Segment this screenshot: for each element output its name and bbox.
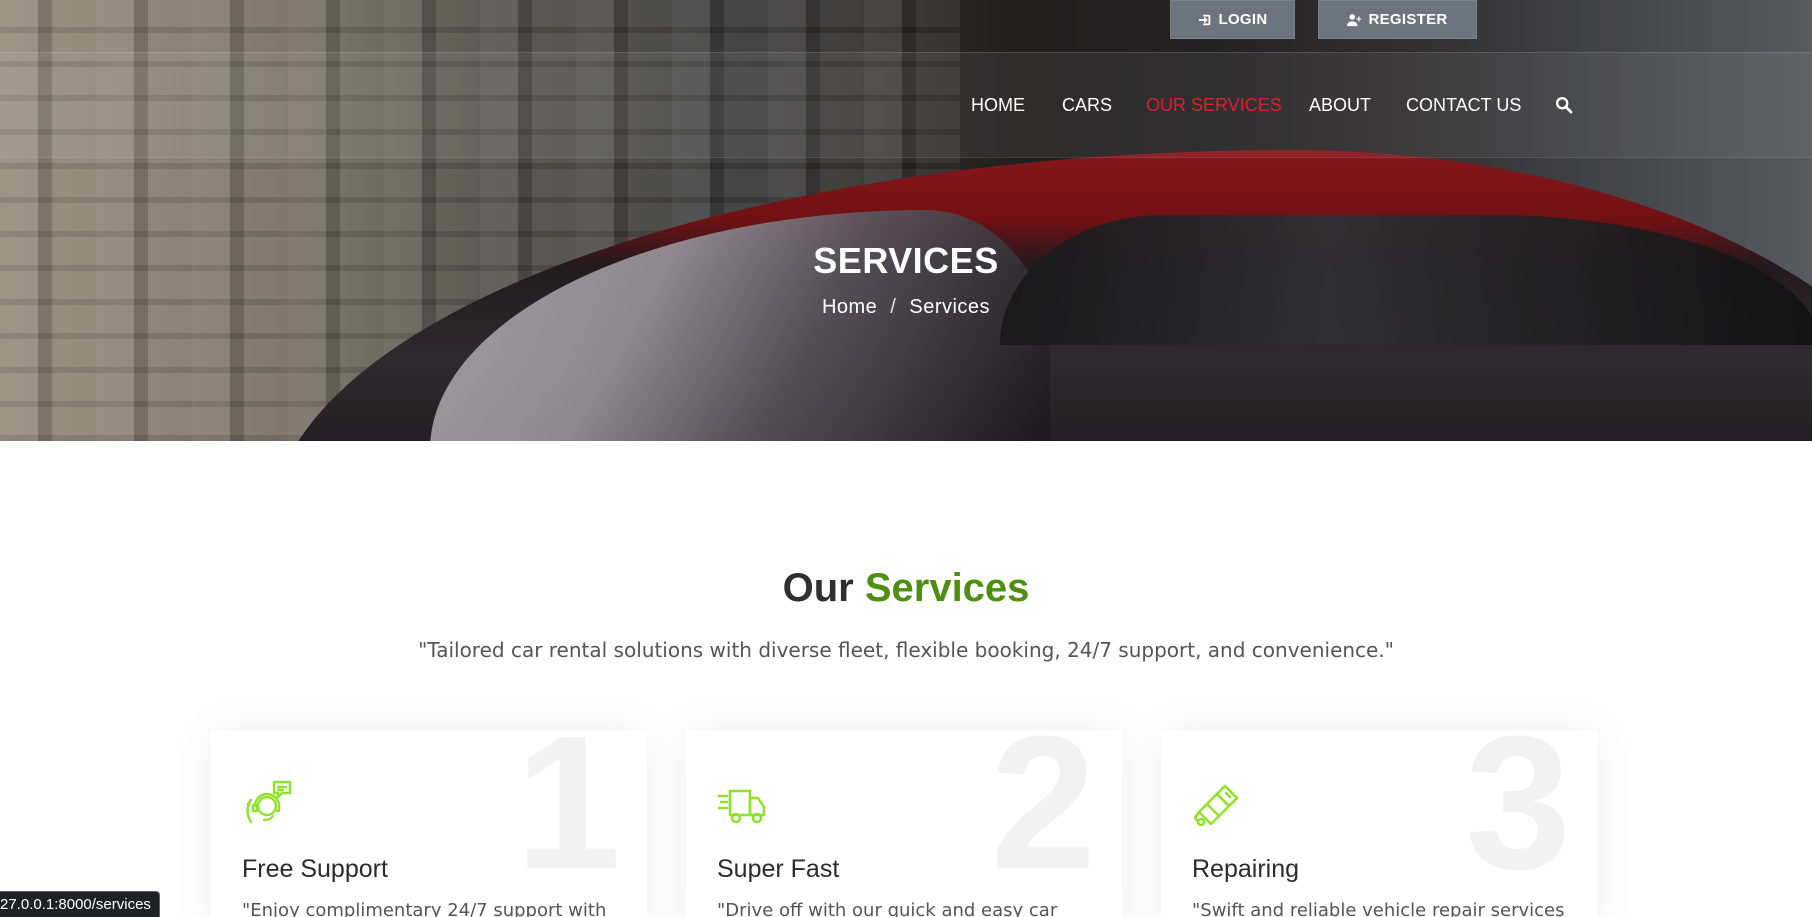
- page-title: SERVICES: [813, 240, 999, 281]
- breadcrumb-separator: /: [890, 296, 897, 318]
- login-label: LOGIN: [1218, 11, 1268, 28]
- header-bar: [0, 52, 1812, 158]
- section-title: Our Services: [0, 566, 1812, 611]
- breadcrumb-home[interactable]: Home: [822, 296, 877, 318]
- card-title: Super Fast: [717, 855, 840, 883]
- login-button[interactable]: LOGIN: [1170, 0, 1295, 39]
- card-text: "Swift and reliable vehicle repair servi…: [1192, 900, 1565, 917]
- breadcrumb-current: Services: [909, 296, 991, 318]
- fast-truck-icon: [716, 778, 770, 832]
- register-label: REGISTER: [1368, 11, 1448, 28]
- card-number: 3: [1465, 730, 1571, 909]
- search-icon[interactable]: [1555, 96, 1573, 114]
- card-title: Free Support: [242, 855, 388, 883]
- nav-cars[interactable]: CARS: [1062, 95, 1112, 116]
- breadcrumb: Home / Services: [0, 296, 1812, 319]
- user-plus-icon: [1347, 13, 1362, 26]
- service-card-super-fast: 2 Super Fast "Drive off with our quick a…: [686, 730, 1122, 917]
- section-title-main: Our: [782, 566, 854, 610]
- card-number: 2: [990, 730, 1096, 909]
- card-number: 1: [515, 730, 621, 909]
- section-title-accent: Services: [864, 566, 1030, 610]
- support-agent-icon: [241, 778, 295, 832]
- sign-in-icon: [1198, 14, 1210, 25]
- service-card-repairing: 3 Repairing "Swift and reliable vehicle …: [1161, 730, 1597, 917]
- nav-home[interactable]: HOME: [971, 95, 1025, 116]
- service-card-free-support: 1 Free Support "Enjoy complimentary 24/7…: [211, 730, 647, 917]
- hero-banner: LOGIN REGISTER HOME CARS OUR SERVICES AB…: [0, 0, 1812, 441]
- section-subtitle: "Tailored car rental solutions with dive…: [418, 638, 1394, 662]
- card-text: "Enjoy complimentary 24/7 support with: [242, 900, 607, 917]
- nav-our-services[interactable]: OUR SERVICES: [1146, 95, 1282, 116]
- status-bar-url: 27.0.0.1:8000/services: [0, 891, 160, 917]
- card-text: "Drive off with our quick and easy car: [717, 900, 1058, 917]
- spark-plug-icon: [1191, 778, 1245, 832]
- register-button[interactable]: REGISTER: [1318, 0, 1477, 39]
- nav-about[interactable]: ABOUT: [1309, 95, 1371, 116]
- card-title: Repairing: [1192, 855, 1300, 883]
- nav-contact-us[interactable]: CONTACT US: [1406, 95, 1521, 116]
